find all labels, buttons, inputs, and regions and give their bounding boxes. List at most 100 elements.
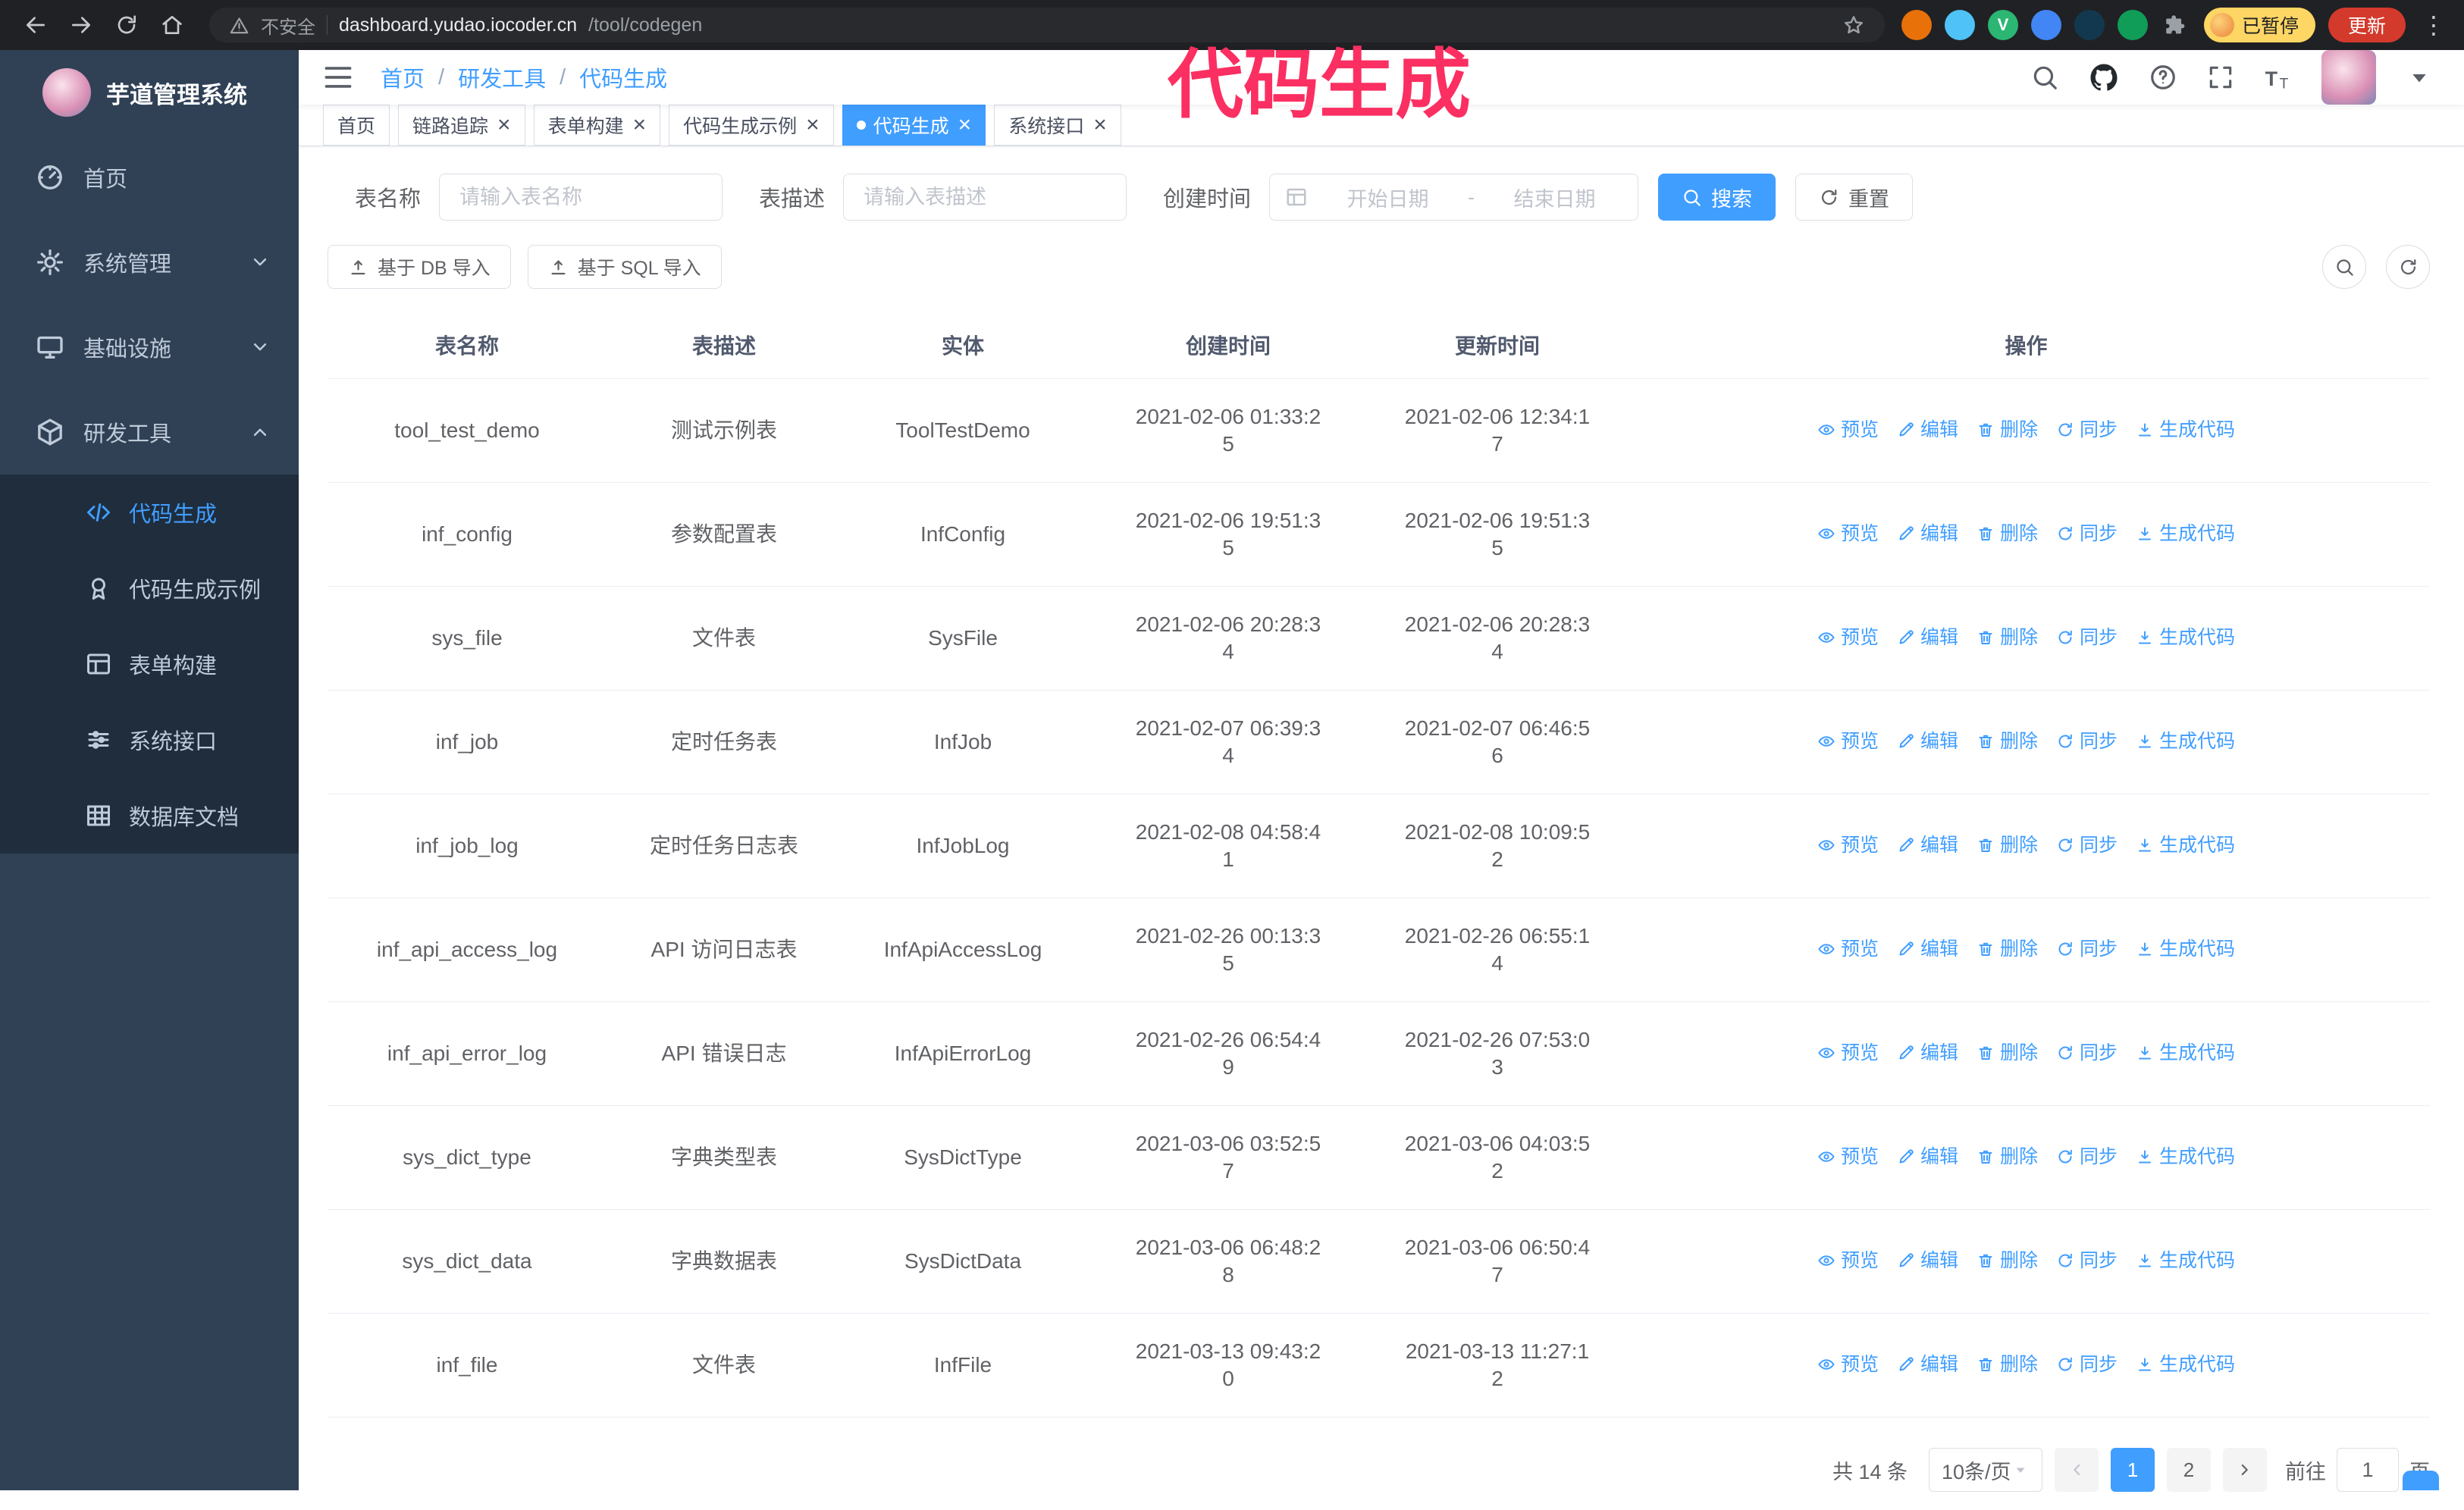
tab-close-icon[interactable]: × [1093,114,1107,136]
font-size-icon[interactable] [2264,63,2293,92]
extension-icon-blue-drop[interactable] [1944,10,1975,40]
delete-link[interactable]: 删除 [1977,624,2038,651]
sync-link[interactable]: 同步 [2056,520,2118,547]
date-range-picker[interactable]: 开始日期 - 结束日期 [1269,174,1639,221]
user-avatar[interactable] [2321,50,2376,105]
sidebar-item-dev-tools[interactable]: 研发工具 [0,390,299,475]
extension-icon-blue-grid[interactable] [2030,10,2061,40]
preview-link[interactable]: 预览 [1817,728,1879,755]
edit-link[interactable]: 编辑 [1897,520,1958,547]
page-button-1[interactable]: 1 [2111,1448,2155,1492]
sync-link[interactable]: 同步 [2056,1039,2118,1067]
extension-icon-orange[interactable] [1901,10,1932,40]
table-desc-input[interactable] [843,174,1127,221]
edit-link[interactable]: 编辑 [1897,1351,1958,1378]
edit-link[interactable]: 编辑 [1897,624,1958,651]
tab-首页[interactable]: 首页 [323,105,390,146]
import-db-button[interactable]: 基于 DB 导入 [328,245,511,289]
date-end-input[interactable]: 结束日期 [1487,183,1622,212]
edit-link[interactable]: 编辑 [1897,832,1958,859]
delete-link[interactable]: 删除 [1977,1039,2038,1067]
generate-code-link[interactable]: 生成代码 [2136,416,2235,443]
preview-link[interactable]: 预览 [1817,624,1879,651]
generate-code-link[interactable]: 生成代码 [2136,1039,2235,1067]
delete-link[interactable]: 删除 [1977,728,2038,755]
tab-表单构建[interactable]: 表单构建 × [533,105,661,146]
sync-link[interactable]: 同步 [2056,1351,2118,1378]
generate-code-link[interactable]: 生成代码 [2136,1351,2235,1378]
generate-code-link[interactable]: 生成代码 [2136,935,2235,963]
sync-link[interactable]: 同步 [2056,832,2118,859]
tab-close-icon[interactable]: × [958,114,972,136]
extension-icon-green-check[interactable]: V [1987,10,2018,40]
sidebar-item-home[interactable]: 首页 [0,135,299,220]
browser-update-button[interactable]: 更新 [2328,8,2406,42]
sync-link[interactable]: 同步 [2056,935,2118,963]
delete-link[interactable]: 删除 [1977,935,2038,963]
extensions-puzzle-icon[interactable] [2161,10,2191,40]
tab-代码生成[interactable]: 代码生成 × [842,105,986,146]
delete-link[interactable]: 删除 [1977,1351,2038,1378]
browser-back-button[interactable] [15,5,56,45]
import-sql-button[interactable]: 基于 SQL 导入 [527,245,722,289]
generate-code-link[interactable]: 生成代码 [2136,1143,2235,1170]
preview-link[interactable]: 预览 [1817,416,1879,443]
refresh-table-button[interactable] [2386,245,2430,289]
back-to-top-button[interactable] [2403,1471,2439,1490]
generate-code-link[interactable]: 生成代码 [2136,832,2235,859]
edit-link[interactable]: 编辑 [1897,1247,1958,1274]
breadcrumb-home[interactable]: 首页 [381,61,425,93]
tab-close-icon[interactable]: × [497,114,511,136]
sidebar-item-system-api[interactable]: 系统接口 [0,702,299,778]
sync-link[interactable]: 同步 [2056,1247,2118,1274]
sync-link[interactable]: 同步 [2056,624,2118,651]
page-button-2[interactable]: 2 [2167,1448,2211,1492]
edit-link[interactable]: 编辑 [1897,1039,1958,1067]
goto-page-input[interactable] [2337,1448,2399,1492]
preview-link[interactable]: 预览 [1817,1247,1879,1274]
tab-close-icon[interactable]: × [633,114,647,136]
edit-link[interactable]: 编辑 [1897,935,1958,963]
browser-reload-button[interactable] [106,5,147,45]
browser-menu-icon[interactable]: ⋮ [2419,11,2449,39]
tab-链路追踪[interactable]: 链路追踪 × [398,105,525,146]
preview-link[interactable]: 预览 [1817,935,1879,963]
table-name-input[interactable] [439,174,723,221]
prev-page-button[interactable] [2055,1448,2099,1492]
reset-button[interactable]: 重置 [1795,174,1914,221]
edit-link[interactable]: 编辑 [1897,416,1958,443]
breadcrumb-dev-tools[interactable]: 研发工具 [458,61,546,93]
toggle-search-button[interactable] [2322,245,2366,289]
preview-link[interactable]: 预览 [1817,1143,1879,1170]
page-size-select[interactable]: 10条/页 [1929,1448,2042,1492]
fullscreen-icon[interactable] [2206,63,2235,92]
extension-icon-dark-teal[interactable] [2074,10,2105,40]
tab-代码生成示例[interactable]: 代码生成示例 × [669,105,834,146]
search-button[interactable]: 搜索 [1658,174,1776,221]
search-icon[interactable] [2030,63,2059,92]
edit-link[interactable]: 编辑 [1897,728,1958,755]
bookmark-star-icon[interactable] [1842,14,1865,36]
generate-code-link[interactable]: 生成代码 [2136,1247,2235,1274]
date-start-input[interactable]: 开始日期 [1320,183,1456,212]
generate-code-link[interactable]: 生成代码 [2136,520,2235,547]
sidebar-item-infrastructure[interactable]: 基础设施 [0,305,299,390]
preview-link[interactable]: 预览 [1817,832,1879,859]
sync-link[interactable]: 同步 [2056,416,2118,443]
edit-link[interactable]: 编辑 [1897,1143,1958,1170]
sidebar-item-code-generation-example[interactable]: 代码生成示例 [0,550,299,626]
sidebar-item-form-builder[interactable]: 表单构建 [0,626,299,702]
browser-profile-chip[interactable]: 已暂停 [2203,8,2315,42]
preview-link[interactable]: 预览 [1817,1351,1879,1378]
preview-link[interactable]: 预览 [1817,520,1879,547]
delete-link[interactable]: 删除 [1977,520,2038,547]
preview-link[interactable]: 预览 [1817,1039,1879,1067]
sidebar-item-system-management[interactable]: 系统管理 [0,220,299,305]
delete-link[interactable]: 删除 [1977,416,2038,443]
delete-link[interactable]: 删除 [1977,832,2038,859]
tab-系统接口[interactable]: 系统接口 × [994,105,1121,146]
tab-close-icon[interactable]: × [806,114,820,136]
app-logo[interactable]: 芋道管理系统 [0,50,299,135]
hamburger-icon[interactable] [321,61,355,94]
caret-down-icon[interactable] [2405,63,2434,92]
